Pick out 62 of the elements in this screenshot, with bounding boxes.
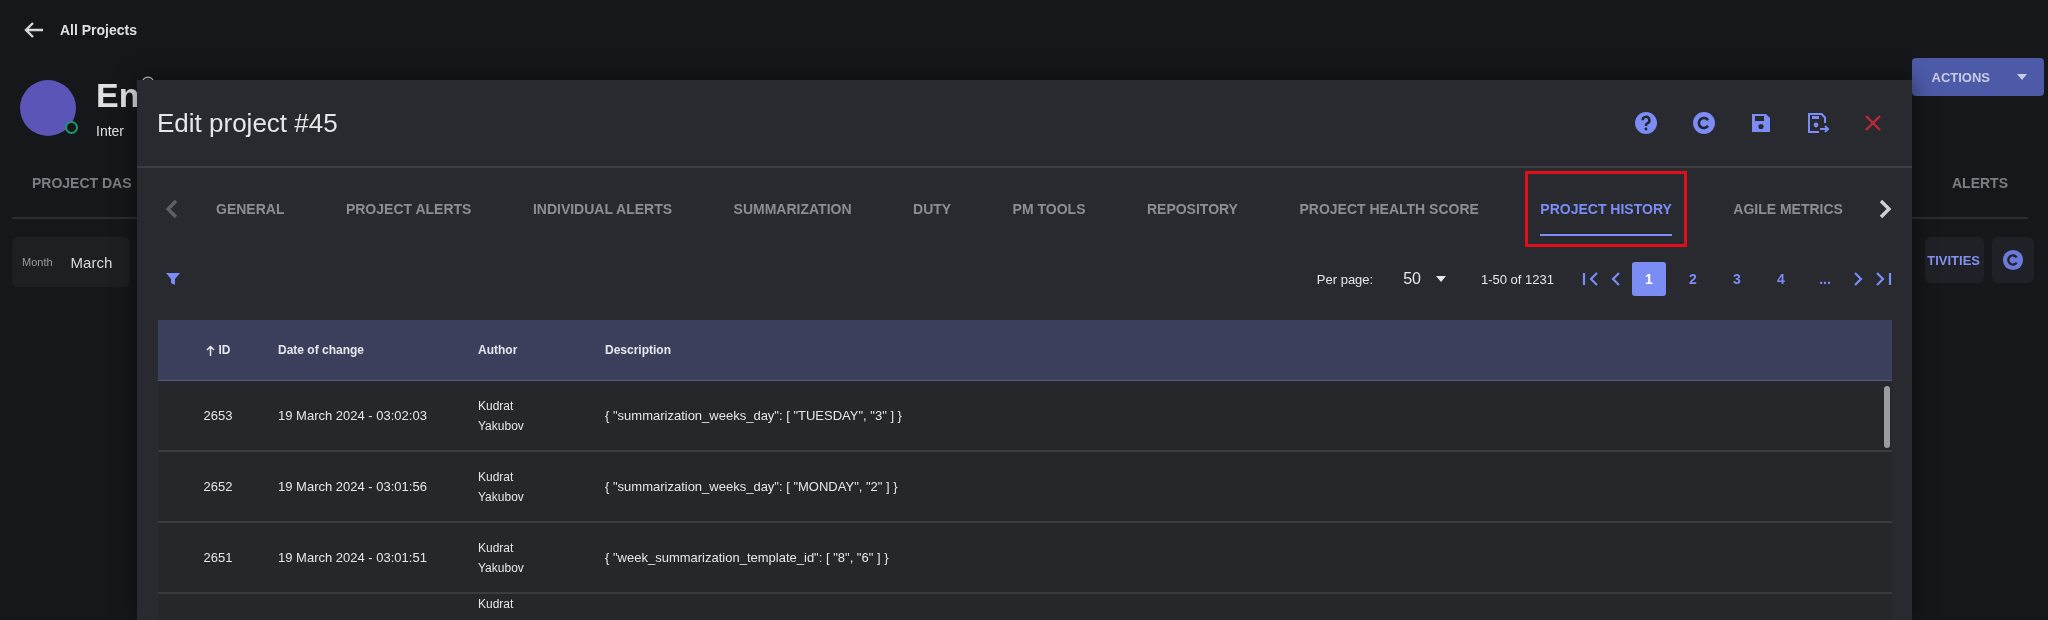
column-header[interactable]: Author [478, 343, 518, 357]
description-cell: { "week_summarization_template_id": [ "8", "6" ] } [605, 550, 889, 565]
author-cell-text: Kudrat Yakubov [478, 397, 525, 435]
last-page-icon[interactable] [1874, 271, 1892, 287]
id-cell: 2653 [203, 408, 233, 423]
author-cell-text: Kudrat [478, 597, 515, 611]
help-icon[interactable] [1634, 111, 1658, 135]
scrollbar[interactable] [1884, 386, 1890, 448]
description-cell: { "summarization_weeks_day": [ "MONDAY", "2" ] } [605, 479, 898, 494]
column-header[interactable]: ID [205, 343, 231, 357]
column-header[interactable]: Description [605, 343, 671, 357]
refresh-icon [2002, 249, 2024, 271]
modal-tab[interactable]: DUTY [898, 182, 967, 236]
modal-tab[interactable]: PROJECT HEALTH SCORE [1284, 182, 1494, 236]
caret-icon [1435, 275, 1447, 283]
page-button[interactable]: 1 [1632, 262, 1666, 296]
modal-tab[interactable]: GENERAL [201, 182, 300, 236]
modal-title: Edit project #45 [157, 107, 338, 139]
date-cell: 19 March 2024 - 03:01:56 [278, 479, 427, 494]
sort-arrow-icon [205, 344, 215, 356]
project-title: En [96, 76, 140, 115]
month-filter[interactable]: Month March [12, 237, 131, 287]
modal-tab[interactable]: SUMMARIZATION [718, 182, 867, 236]
save-as-icon[interactable] [1806, 111, 1830, 135]
page-button[interactable]: 4 [1764, 262, 1798, 296]
back-arrow-icon[interactable] [24, 21, 44, 39]
author-cell-text: Kudrat Yakubov [478, 539, 525, 577]
date-cell: 19 March 2024 - 03:01:51 [278, 550, 427, 565]
save-icon[interactable] [1750, 112, 1772, 134]
caret-icon [2016, 73, 2028, 81]
refresh-button[interactable] [1992, 237, 2034, 283]
activities-button[interactable]: TIVITIES [1925, 237, 1984, 283]
modal-tab[interactable]: REPOSITORY [1131, 182, 1253, 236]
refresh-icon[interactable] [1692, 111, 1716, 135]
page-button[interactable]: 3 [1720, 262, 1754, 296]
next-page-icon[interactable] [1852, 271, 1864, 287]
modal-tab[interactable]: PROJECT HISTORY [1525, 171, 1687, 247]
author-cell-text: Kudrat Yakubov [478, 468, 525, 506]
project-subtitle: Inter [96, 123, 125, 139]
chevron-right-icon[interactable] [1878, 199, 1892, 219]
actions-button[interactable]: ACTIONS [1911, 58, 2044, 96]
first-page-icon[interactable] [1582, 271, 1600, 287]
per-page-label: Per page: [1316, 271, 1374, 287]
previous-page-icon[interactable] [1610, 271, 1622, 287]
description-cell: { "summarization_weeks_day": [ "TUESDAY", "3" ] } [605, 408, 902, 423]
page-button[interactable]: ... [1808, 262, 1842, 296]
page-tab[interactable]: ALERTS [1952, 175, 2008, 191]
modal-tab[interactable]: INDIVIDUAL ALERTS [517, 182, 688, 236]
close-icon[interactable] [1864, 114, 1882, 132]
per-page-select[interactable]: 50 [1397, 269, 1453, 289]
date-cell: 19 March 2024 - 03:02:03 [278, 408, 427, 423]
column-header[interactable]: Date of change [278, 343, 364, 357]
page-button[interactable]: 2 [1676, 262, 1710, 296]
page-tab[interactable]: PROJECT DAS [32, 175, 132, 191]
page-range: 1-50 of 1231 [1481, 271, 1554, 287]
modal-tab[interactable]: PROJECT ALERTS [330, 182, 487, 236]
id-cell: 2652 [203, 479, 233, 494]
back-link[interactable]: All Projects [60, 22, 138, 38]
filter-icon[interactable] [165, 271, 181, 287]
id-cell: 2651 [203, 550, 233, 565]
modal-tab[interactable]: PM TOOLS [997, 182, 1101, 236]
modal-tab[interactable]: AGILE METRICS [1718, 182, 1858, 236]
